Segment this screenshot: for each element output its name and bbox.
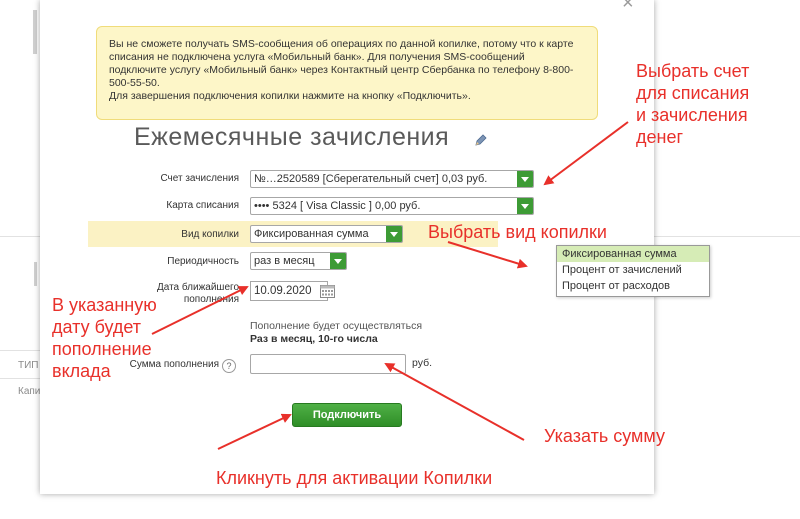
arrow-to-amount-input: [384, 363, 525, 441]
arrow-to-date-input: [151, 286, 249, 335]
arrow-to-connect-button: [217, 413, 292, 450]
annotation-date-note: В указанную дату будет пополнение вклада: [52, 295, 157, 381]
annotation-click-activate: Кликнуть для активации Копилки: [216, 468, 493, 488]
annotation-enter-amount: Указать сумму: [544, 426, 665, 446]
arrow-to-dropdown: [447, 241, 528, 269]
annotation-choose-account: Выбрать счет для списания и зачисления д…: [636, 61, 750, 147]
annotation-choose-type: Выбрать вид копилки: [428, 222, 607, 242]
arrow-to-account-select: [543, 121, 629, 186]
